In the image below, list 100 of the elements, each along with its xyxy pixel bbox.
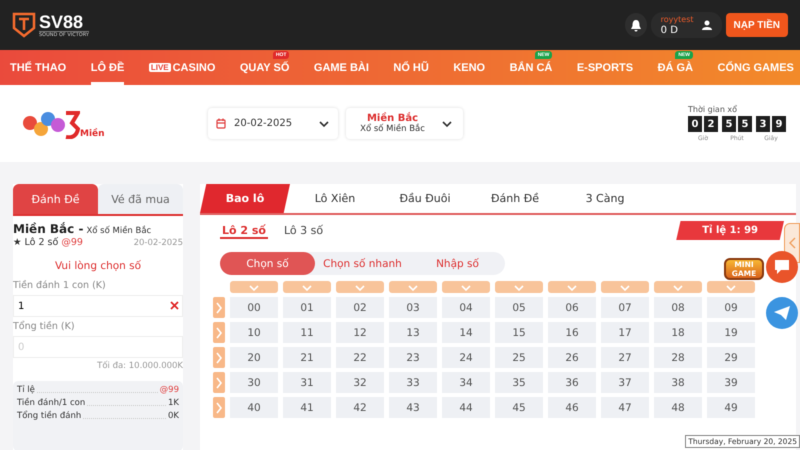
number-button[interactable]: 31 (283, 372, 331, 393)
nav-item[interactable]: THỂ THAO (10, 50, 66, 85)
number-button[interactable]: 32 (336, 372, 384, 393)
tab[interactable]: Nhập số (410, 252, 505, 275)
nav-item[interactable]: LÔ ĐỀ (90, 50, 124, 85)
tab[interactable]: Đầu Đuôi (380, 184, 470, 213)
number-button[interactable]: 44 (442, 397, 490, 418)
nav-label: CASINO (172, 62, 216, 74)
row-select-button[interactable] (213, 372, 225, 393)
number-button[interactable]: 20 (230, 347, 278, 368)
stake-field[interactable]: 1 (13, 295, 183, 317)
column-select-button[interactable] (654, 281, 702, 293)
column-select-button[interactable] (495, 281, 543, 293)
number-button[interactable]: 34 (442, 372, 490, 393)
number-button[interactable]: 47 (601, 397, 649, 418)
number-button[interactable]: 10 (230, 322, 278, 343)
number-button[interactable]: 30 (230, 372, 278, 393)
number-button[interactable]: 19 (707, 322, 755, 343)
number-button[interactable]: 18 (654, 322, 702, 343)
number-button[interactable]: 38 (654, 372, 702, 393)
nav-label: LÔ ĐỀ (90, 62, 124, 74)
number-button[interactable]: 49 (707, 397, 755, 418)
number-button[interactable]: 04 (442, 297, 490, 318)
tab[interactable]: Lô 2 số (220, 222, 268, 239)
number-button[interactable]: 22 (336, 347, 384, 368)
number-button[interactable]: 45 (495, 397, 543, 418)
chevron-down-icon (301, 282, 313, 292)
number-button[interactable]: 46 (548, 397, 596, 418)
number-button[interactable]: 35 (495, 372, 543, 393)
tab[interactable]: Vé đã mua (98, 184, 183, 214)
number-button[interactable]: 11 (283, 322, 331, 343)
number-button[interactable]: 07 (601, 297, 649, 318)
number-button[interactable]: 16 (548, 322, 596, 343)
tab[interactable]: Đánh Đề (470, 184, 560, 213)
column-select-button[interactable] (336, 281, 384, 293)
number-button[interactable]: 03 (389, 297, 437, 318)
tab[interactable]: Chọn số (220, 252, 315, 275)
number-button[interactable]: 12 (336, 322, 384, 343)
notification-button[interactable] (624, 13, 647, 37)
tab[interactable]: Lô Xiên (290, 184, 380, 213)
row-select-button[interactable] (213, 397, 225, 418)
number-button[interactable]: 23 (389, 347, 437, 368)
number-button[interactable]: 21 (283, 347, 331, 368)
column-select-button[interactable] (707, 281, 755, 293)
number-button[interactable]: 08 (654, 297, 702, 318)
countdown-title: Thời gian xổ (688, 105, 738, 114)
date-select[interactable]: 20-02-2025 (208, 108, 338, 139)
bell-icon (630, 18, 642, 32)
chevron-down-icon (460, 282, 472, 292)
column-select-button[interactable] (548, 281, 596, 293)
chevron-right-icon (215, 376, 223, 388)
tab[interactable]: Chọn số nhanh (315, 252, 410, 275)
number-button[interactable]: 33 (389, 372, 437, 393)
number-button[interactable]: 02 (336, 297, 384, 318)
number-button[interactable]: 13 (389, 322, 437, 343)
nav-item[interactable]: LIVE CASINO (148, 50, 216, 85)
column-select-button[interactable] (442, 281, 490, 293)
summary-value: 1K (168, 398, 179, 408)
chevron-right-icon (215, 352, 223, 364)
column-select-button[interactable] (283, 281, 331, 293)
number-button[interactable]: 06 (548, 297, 596, 318)
number-button[interactable]: 41 (283, 397, 331, 418)
row-select-button[interactable] (213, 297, 225, 318)
tab[interactable]: Lô 3 số (282, 222, 326, 239)
tab[interactable]: 3 Càng (560, 184, 650, 213)
number-button[interactable]: 29 (707, 347, 755, 368)
region-select[interactable]: Miền Bắc Xổ số Miền Bắc (346, 108, 463, 139)
row-select-button[interactable] (213, 347, 225, 368)
number-button[interactable]: 39 (707, 372, 755, 393)
number-button[interactable]: 05 (495, 297, 543, 318)
row-select-button[interactable] (213, 322, 225, 343)
number-button[interactable]: 40 (230, 397, 278, 418)
column-select-button[interactable] (601, 281, 649, 293)
number-button[interactable]: 15 (495, 322, 543, 343)
number-button[interactable]: 28 (654, 347, 702, 368)
summary-value: @99 (160, 385, 179, 395)
countdown-digit: 0 (688, 116, 702, 132)
username: royytest (660, 14, 694, 25)
number-button[interactable]: 27 (601, 347, 649, 368)
number-button[interactable]: 17 (601, 322, 649, 343)
tab[interactable]: Đánh Đề (13, 184, 98, 214)
number-button[interactable]: 48 (654, 397, 702, 418)
tab[interactable]: Bao lô (200, 184, 290, 213)
column-select-button[interactable] (230, 281, 278, 293)
clear-button[interactable] (169, 300, 180, 311)
number-button[interactable]: 24 (442, 347, 490, 368)
number-button[interactable]: 43 (389, 397, 437, 418)
column-select-button[interactable] (389, 281, 437, 293)
number-button[interactable]: 36 (548, 372, 596, 393)
number-button[interactable]: 00 (230, 297, 278, 318)
number-button[interactable]: 26 (548, 347, 596, 368)
number-button[interactable]: 14 (442, 322, 490, 343)
number-button[interactable]: 25 (495, 347, 543, 368)
summary-value: 0K (168, 411, 179, 421)
number-button[interactable]: 09 (707, 297, 755, 318)
chevron-down-icon (440, 118, 453, 128)
number-button[interactable]: 01 (283, 297, 331, 318)
number-button[interactable]: 42 (336, 397, 384, 418)
deposit-button[interactable]: NẠP TIỀN (726, 13, 788, 37)
number-button[interactable]: 37 (601, 372, 649, 393)
